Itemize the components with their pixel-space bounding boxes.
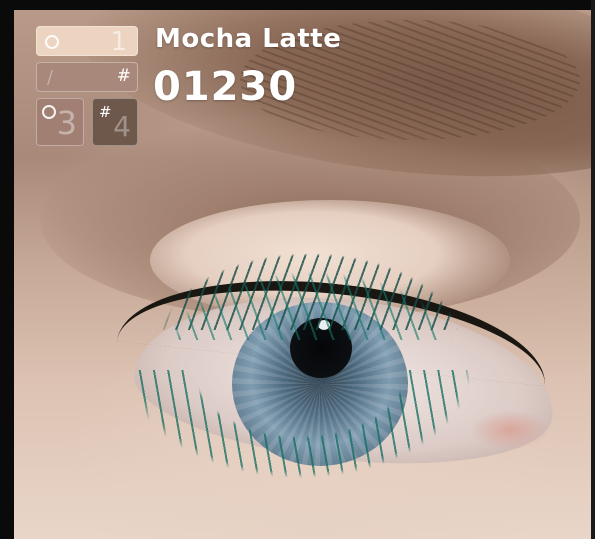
frame-edge-right [591, 0, 595, 539]
swatch-4-number: 4 [113, 110, 131, 143]
swatch-3-number: 3 [56, 104, 77, 142]
swatch-3: 3 [36, 98, 84, 146]
swatch-2: / # [36, 62, 138, 92]
frame-edge-top [0, 0, 595, 10]
swatch-2-marker: # [116, 66, 131, 86]
swatch-1: 1 [36, 26, 138, 56]
hash-icon: # [99, 103, 112, 121]
circle-icon [45, 35, 59, 49]
inner-eye-corner [470, 410, 550, 450]
swatch-2-slash-icon: / [47, 67, 54, 88]
swatch-1-number: 1 [110, 27, 127, 57]
lower-lashes [110, 370, 490, 530]
swatch-4: # 4 [92, 98, 138, 146]
product-code: 01230 [153, 64, 298, 110]
upper-lashes-highlight [60, 210, 530, 340]
circle-icon [42, 105, 56, 119]
frame-edge-left [0, 0, 14, 539]
product-name: Mocha Latte [155, 24, 342, 54]
product-photo: 1 / # 3 # 4 Mocha Latte 01230 [0, 0, 595, 539]
